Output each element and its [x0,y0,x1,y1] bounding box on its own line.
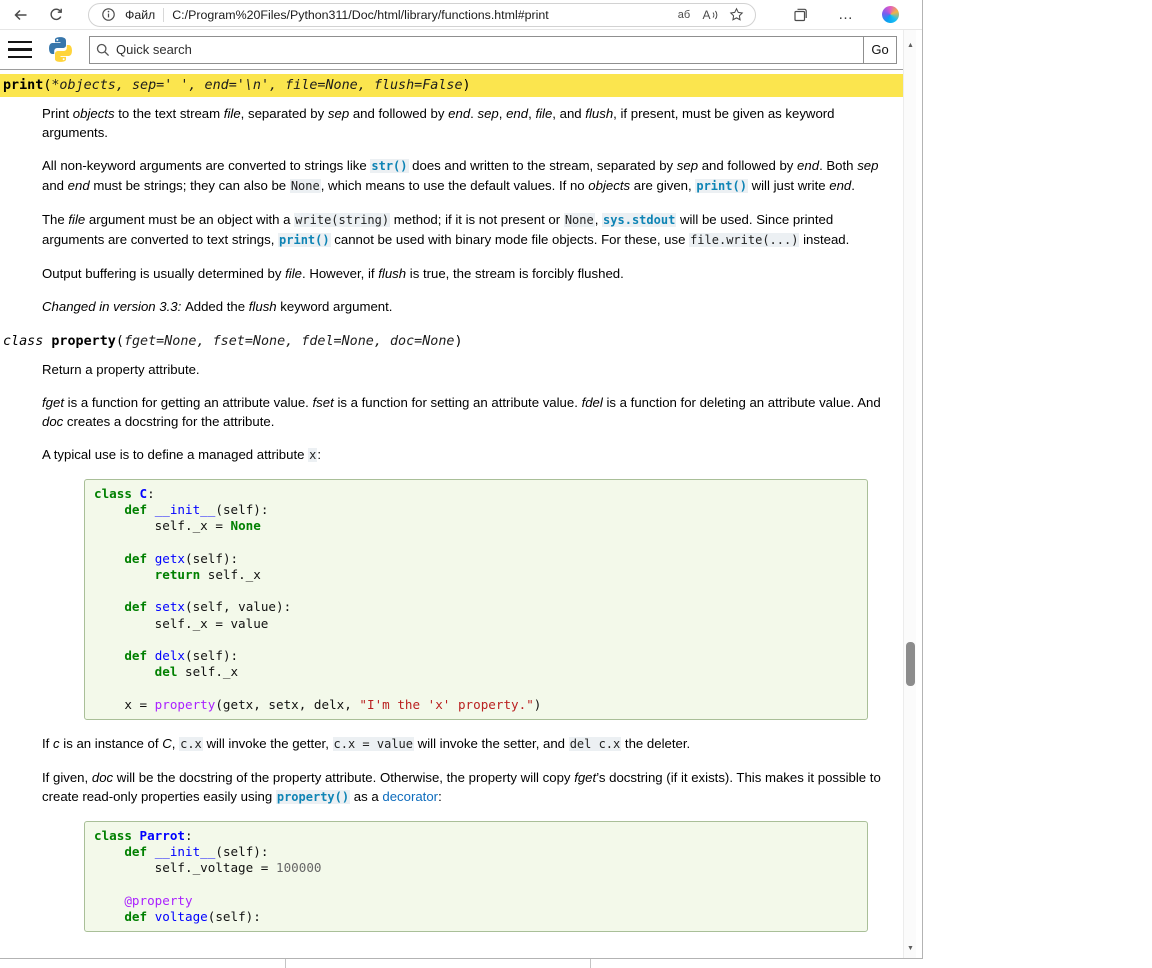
inline-link[interactable]: sys.stdout [602,213,676,227]
code-line: del self._x [94,664,858,680]
read-aloud-icon[interactable]: A [701,6,719,24]
code-example-parrot-class: class Parrot: def __init__(self): self._… [84,821,868,932]
search-form: Go [89,36,897,64]
code-line [94,632,858,648]
code-line [94,583,858,599]
more-menu-icon[interactable]: … [836,5,856,25]
doc-paragraph: Return a property attribute. [42,360,885,379]
browser-window: Файл C:/Program%20Files/Python311/Doc/ht… [0,0,923,959]
menu-icon[interactable] [8,41,32,58]
inline-link[interactable]: decorator [382,789,438,804]
scrollbar-thumb[interactable] [906,642,915,686]
code-line: self._x = value [94,616,858,632]
scroll-up-arrow-icon[interactable]: ▲ [904,38,917,53]
refresh-button[interactable] [46,5,66,25]
copilot-icon[interactable] [882,6,899,23]
doc-paragraph: Print objects to the text stream file, s… [42,104,885,142]
toolbar-right-icons: … [790,5,899,25]
browser-toolbar: Файл C:/Program%20Files/Python311/Doc/ht… [0,0,922,30]
code-example-property-class: class C: def __init__(self): self._x = N… [84,479,868,720]
doc-paragraph: If c is an instance of C, c.x will invok… [42,734,885,754]
back-button[interactable] [10,5,30,25]
inline-link[interactable]: str() [370,159,408,173]
site-badge[interactable]: Файл [125,8,155,22]
vertical-scrollbar[interactable]: ▲ ▼ [903,30,916,958]
code-line: return self._x [94,567,858,583]
code-line: def setx(self, value): [94,599,858,615]
code-line: self._voltage = 100000 [94,860,858,876]
page-content: Go print(*objects, sep=' ', end='\n', fi… [0,30,903,958]
code-line: def __init__(self): [94,844,858,860]
property-signature: class property(fget=None, fset=None, fde… [0,330,903,353]
print-signature: print(*objects, sep=' ', end='\n', file=… [0,74,903,97]
collections-icon[interactable] [790,5,810,25]
code-line: def getx(self): [94,551,858,567]
doc-paragraph: The file argument must be an object with… [42,210,885,250]
search-input[interactable] [89,36,864,64]
code-line: class Parrot: [94,828,858,844]
doc-paragraph: All non-keyword arguments are converted … [42,156,885,196]
inline-link[interactable]: print() [695,179,748,193]
divider [163,8,164,22]
address-bar[interactable]: Файл C:/Program%20Files/Python311/Doc/ht… [88,3,756,27]
property-description: Return a property attribute. fget is a f… [42,360,885,932]
search-go-button[interactable]: Go [863,36,897,64]
refresh-icon [48,7,64,23]
code-line: def voltage(self): [94,909,858,925]
python-logo-icon[interactable] [47,36,74,63]
inline-link[interactable]: print() [278,233,331,247]
doc-paragraph: Output buffering is usually determined b… [42,264,885,283]
print-function-entry: print(*objects, sep=' ', end='\n', file=… [0,74,903,316]
docs-header: Go [0,30,903,70]
code-line [94,535,858,551]
code-line: @property [94,893,858,909]
code-line: class C: [94,486,858,502]
inline-link[interactable]: property() [276,790,350,804]
page-info-icon[interactable] [99,6,117,24]
doc-paragraph: A typical use is to define a managed att… [42,445,885,465]
print-description: Print objects to the text stream file, s… [42,104,885,316]
window-edge-tick [285,959,286,968]
code-line: def __init__(self): [94,502,858,518]
doc-paragraph: If given, doc will be the docstring of t… [42,768,885,807]
code-line [94,876,858,892]
favorites-star-icon[interactable] [727,6,745,24]
scroll-down-arrow-icon[interactable]: ▼ [904,941,917,956]
code-line: self._x = None [94,518,858,534]
url-text[interactable]: C:/Program%20Files/Python311/Doc/html/li… [172,8,667,22]
code-line: x = property(getx, setx, delx, "I'm the … [94,697,858,713]
code-line: def delx(self): [94,648,858,664]
translate-icon[interactable]: аб [675,6,693,24]
window-edge-tick [590,959,591,968]
property-class-entry: class property(fget=None, fset=None, fde… [0,330,903,932]
documentation-content: print(*objects, sep=' ', end='\n', file=… [0,74,903,932]
code-line [94,680,858,696]
doc-paragraph: fget is a function for getting an attrib… [42,393,885,431]
doc-paragraph: Changed in version 3.3: Added the flush … [42,297,885,316]
back-arrow-icon [12,7,29,23]
search-icon [96,43,110,57]
